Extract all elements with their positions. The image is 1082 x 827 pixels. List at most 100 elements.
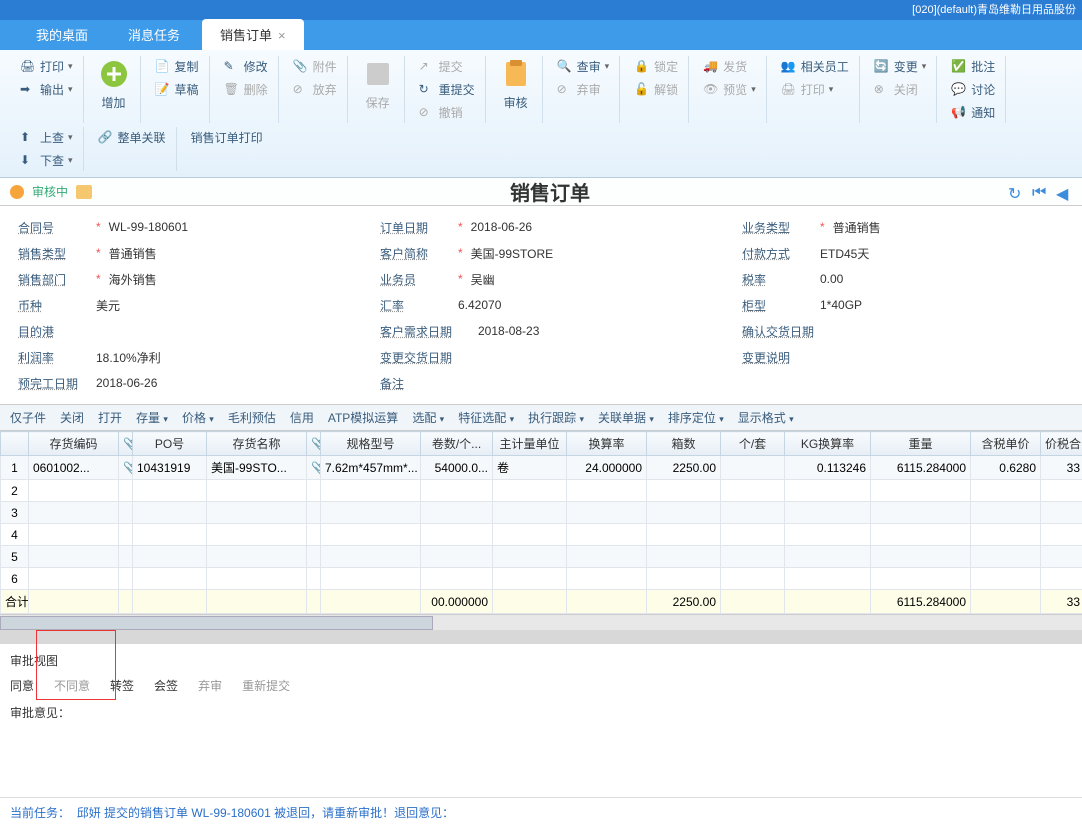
col-clip2[interactable]: 📎: [307, 432, 321, 456]
col-name[interactable]: 存货名称: [207, 432, 307, 456]
copy-button[interactable]: 📄复制: [151, 56, 203, 77]
customer-value[interactable]: 美国-99STORE: [471, 245, 553, 262]
up-check-button[interactable]: ⬆上查▾: [16, 127, 77, 148]
revoke-button[interactable]: ⊘撤销: [415, 102, 479, 123]
tab-desktop[interactable]: 我的桌面: [18, 19, 106, 50]
assoc-button[interactable]: 关联单据 ▾: [598, 409, 654, 426]
notify-button[interactable]: 📢通知: [947, 102, 999, 123]
prev-record-icon[interactable]: ◀: [1056, 184, 1072, 200]
match-button[interactable]: 选配 ▾: [412, 409, 444, 426]
col-boxes[interactable]: 箱数: [647, 432, 721, 456]
scrollbar-thumb[interactable]: [0, 616, 433, 630]
pre-date-value[interactable]: 2018-06-26: [96, 376, 157, 390]
resubmit-button[interactable]: ↻重提交: [415, 79, 479, 100]
audit-button[interactable]: 审核: [496, 56, 536, 113]
resubmit-action[interactable]: 重新提交: [242, 677, 290, 694]
agree-action[interactable]: 同意: [10, 677, 34, 694]
tab-sales-order[interactable]: 销售订单×: [202, 19, 304, 50]
sales-print-button[interactable]: 销售订单打印: [187, 127, 267, 148]
col-rolls[interactable]: 卷数/个...: [421, 432, 493, 456]
profit-value[interactable]: 18.10%净利: [96, 349, 161, 366]
col-taxprice[interactable]: 含税单价: [971, 432, 1041, 456]
track-button[interactable]: 执行跟踪 ▾: [528, 409, 584, 426]
tab-message-task[interactable]: 消息任务: [110, 19, 198, 50]
atp-button[interactable]: ATP模拟运算: [328, 409, 398, 426]
col-weight[interactable]: 重量: [871, 432, 971, 456]
col-clip1[interactable]: 📎: [119, 432, 133, 456]
table-row[interactable]: 3: [1, 502, 1082, 524]
price-button[interactable]: 价格 ▾: [182, 409, 214, 426]
currency-value[interactable]: 美元: [96, 297, 120, 314]
credit-button[interactable]: 信用: [290, 409, 314, 426]
abandon-button[interactable]: ⊘放弃: [289, 79, 341, 100]
order-date-value[interactable]: 2018-06-26: [471, 220, 532, 234]
refresh-icon[interactable]: ↻: [1008, 184, 1024, 200]
grid-h-scrollbar[interactable]: [0, 614, 1082, 630]
discard-audit-button[interactable]: ⊘弃审: [553, 79, 614, 100]
export-button[interactable]: ➡输出▾: [16, 79, 77, 100]
discuss-button[interactable]: 💬讨论: [947, 79, 999, 100]
col-rownum[interactable]: [1, 432, 29, 456]
only-sub-button[interactable]: 仅子件: [10, 409, 46, 426]
disagree-action[interactable]: 不同意: [54, 677, 90, 694]
approve-button[interactable]: ✅批注: [947, 56, 999, 77]
review-button[interactable]: 🔍查审▾: [553, 56, 614, 77]
display-button[interactable]: 显示格式 ▾: [738, 409, 794, 426]
related-staff-button[interactable]: 👥相关员工: [777, 56, 853, 77]
table-row[interactable]: 5: [1, 546, 1082, 568]
col-taxamt[interactable]: 价税合: [1041, 432, 1082, 456]
table-row[interactable]: 6: [1, 568, 1082, 590]
whole-assoc-button[interactable]: 🔗整单关联: [94, 127, 170, 148]
feature-button[interactable]: 特征选配 ▾: [458, 409, 514, 426]
down-check-button[interactable]: ⬇下查▾: [16, 150, 77, 171]
table-row[interactable]: 2: [1, 480, 1082, 502]
preview-button[interactable]: 👁预览▾: [699, 79, 760, 100]
grid-open-button[interactable]: 打开: [98, 409, 122, 426]
col-po[interactable]: PO号: [133, 432, 207, 456]
lock-button[interactable]: 🔒锁定: [630, 56, 682, 77]
line-grid[interactable]: 存货编码 📎 PO号 存货名称 📎 规格型号 卷数/个... 主计量单位 换算率…: [0, 431, 1082, 614]
first-record-icon[interactable]: ⏮: [1032, 184, 1048, 200]
change-button[interactable]: 🔄变更▾: [870, 56, 931, 77]
add-button[interactable]: 增加: [94, 56, 134, 113]
save-button[interactable]: 保存: [358, 56, 398, 113]
salesman-value[interactable]: 吴幽: [471, 271, 495, 288]
req-date-value[interactable]: 2018-08-23: [478, 324, 539, 338]
tax-value[interactable]: 0.00: [820, 272, 843, 286]
discard-action[interactable]: 弃审: [198, 677, 222, 694]
col-code[interactable]: 存货编码: [29, 432, 119, 456]
container-value[interactable]: 1*40GP: [820, 298, 862, 312]
modify-button[interactable]: ✎修改: [220, 56, 272, 77]
folder-icon[interactable]: [76, 185, 92, 199]
col-unit[interactable]: 主计量单位: [493, 432, 567, 456]
cosign-action[interactable]: 会签: [154, 677, 178, 694]
contract-no-value[interactable]: WL-99-180601: [109, 220, 188, 234]
sort-button[interactable]: 排序定位 ▾: [668, 409, 724, 426]
col-convrate[interactable]: 换算率: [567, 432, 647, 456]
table-row[interactable]: 10601002...📎10431919美国-99STO...📎7.62m*45…: [1, 456, 1082, 480]
unlock-button[interactable]: 🔓解锁: [630, 79, 682, 100]
rate-value[interactable]: 6.42070: [458, 298, 501, 312]
delete-button[interactable]: 🗑删除: [220, 79, 272, 100]
gross-button[interactable]: 毛利预估: [228, 409, 276, 426]
pay-value[interactable]: ETD45天: [820, 245, 869, 262]
close-button[interactable]: ⊗关闭: [870, 79, 931, 100]
close-tab-icon[interactable]: ×: [278, 28, 286, 43]
print-button[interactable]: 🖨打印▾: [16, 56, 77, 77]
draft-button[interactable]: 📝草稿: [151, 79, 203, 100]
col-perset[interactable]: 个/套: [721, 432, 785, 456]
transfer-action[interactable]: 转签: [110, 677, 134, 694]
submit-button[interactable]: ↗提交: [415, 56, 479, 77]
stock-button[interactable]: 存量 ▾: [136, 409, 168, 426]
sales-dept-value[interactable]: 海外销售: [109, 271, 157, 288]
col-spec[interactable]: 规格型号: [321, 432, 421, 456]
ship-button[interactable]: 🚚发货: [699, 56, 760, 77]
print-list-button[interactable]: 🖨打印▾: [777, 79, 853, 100]
opinion-textarea[interactable]: [10, 727, 1072, 787]
table-row[interactable]: 4: [1, 524, 1082, 546]
col-kgrate[interactable]: KG换算率: [785, 432, 871, 456]
sales-type-value[interactable]: 普通销售: [109, 245, 157, 262]
attachment-button[interactable]: 📎附件: [289, 56, 341, 77]
biz-type-value[interactable]: 普通销售: [833, 219, 881, 236]
grid-close-button[interactable]: 关闭: [60, 409, 84, 426]
